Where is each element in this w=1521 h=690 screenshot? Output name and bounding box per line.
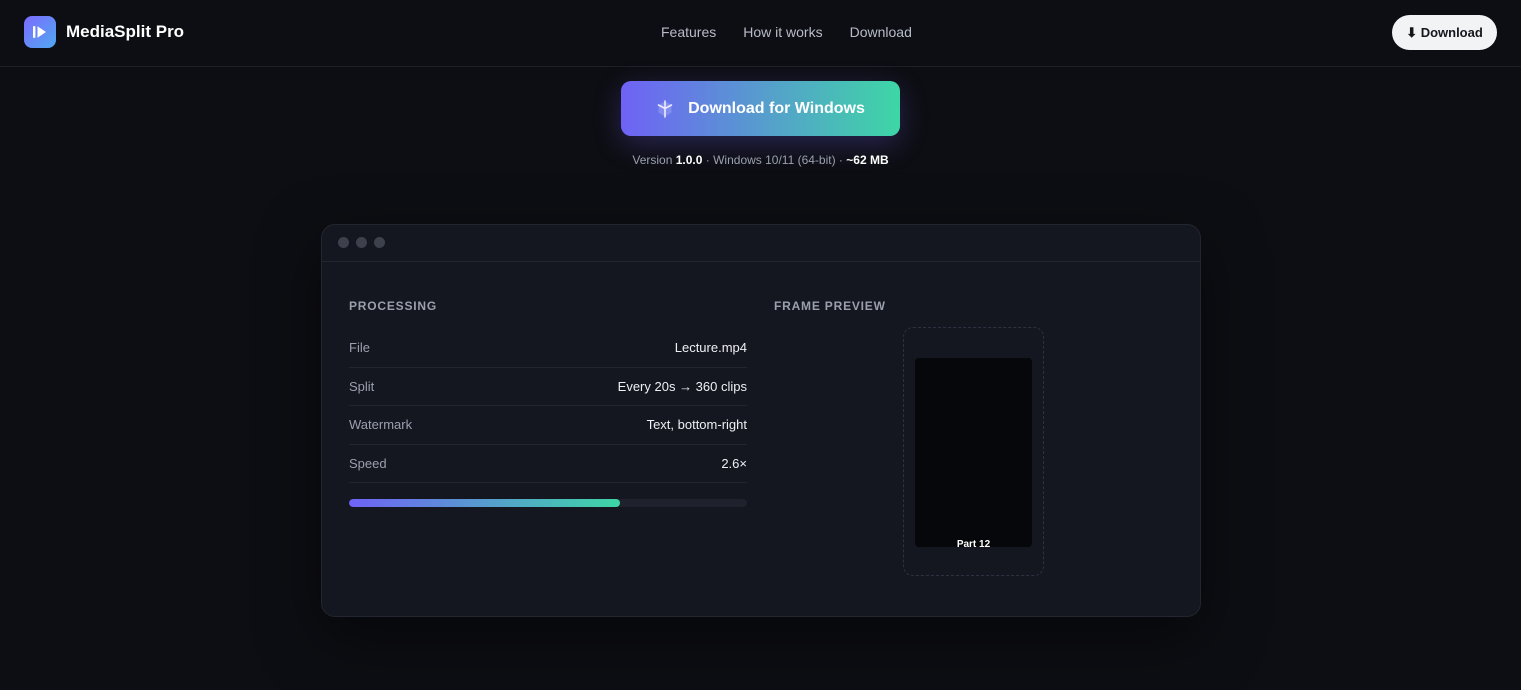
- progress-bar: [349, 499, 747, 507]
- detail-value: Lecture.mp4: [674, 340, 747, 356]
- detail-row-speed: Speed 2.6×: [349, 445, 747, 483]
- app-window-preview: PROCESSING File Lecture.mp4 Split Every …: [321, 224, 1201, 617]
- version-number: 1.0.0: [675, 153, 703, 167]
- nav-links: Features How it works Download: [661, 24, 912, 40]
- download-for-windows-label: Download for Windows: [688, 99, 865, 117]
- brand[interactable]: MediaSplit Pro: [24, 16, 184, 48]
- frame-preview: Part 12: [903, 327, 1044, 576]
- brand-name: MediaSplit Pro: [66, 22, 185, 41]
- nav-link-how-it-works[interactable]: How it works: [743, 24, 822, 40]
- detail-row-split: Split Every 20s → 360 clips: [349, 368, 747, 406]
- detail-label: Speed: [349, 455, 387, 471]
- detail-value: Every 20s → 360 clips: [617, 378, 747, 394]
- top-navbar: MediaSplit Pro Features How it works Dow…: [0, 0, 1521, 67]
- detail-row-watermark: Watermark Text, bottom-right: [349, 406, 747, 445]
- detail-label: Watermark: [349, 417, 413, 433]
- window-dot-3: [374, 237, 385, 248]
- detail-row-file: File Lecture.mp4: [349, 329, 747, 368]
- window-dot-1: [338, 237, 349, 248]
- frame-preview-screen: [915, 358, 1032, 547]
- platform-info: · Windows 10/11 (64-bit) ·: [702, 153, 847, 167]
- nav-download-button[interactable]: ⬇ Download: [1392, 15, 1497, 50]
- play-icon: [24, 16, 56, 48]
- frame-preview-title: FRAME PREVIEW: [774, 299, 886, 313]
- processing-title: PROCESSING: [349, 299, 438, 313]
- window-titlebar: [322, 225, 1200, 262]
- processing-details: File Lecture.mp4 Split Every 20s → 360 c…: [349, 329, 747, 483]
- window-dot-2: [356, 237, 367, 248]
- version-info: Version 1.0.0 · Windows 10/11 (64-bit) ·…: [0, 153, 1521, 167]
- frame-preview-label: Part 12: [956, 539, 991, 550]
- nav-link-features[interactable]: Features: [661, 24, 716, 40]
- file-size: ~62 MB: [846, 153, 889, 167]
- detail-label: Split: [349, 378, 375, 394]
- download-for-windows-button[interactable]: Download for Windows: [621, 81, 900, 136]
- detail-value: Text, bottom-right: [646, 417, 747, 433]
- version-prefix: Version: [632, 153, 676, 167]
- windows-icon: [656, 99, 674, 118]
- detail-value: 2.6×: [721, 455, 747, 471]
- detail-label: File: [349, 340, 370, 356]
- nav-link-download[interactable]: Download: [850, 24, 912, 40]
- progress-fill: [349, 499, 620, 507]
